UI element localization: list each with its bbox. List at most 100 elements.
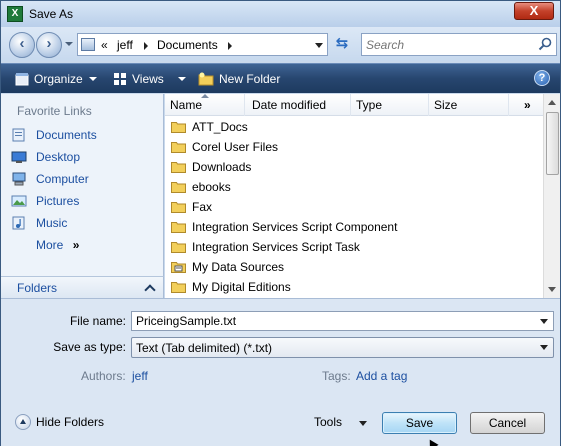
folder-icon (171, 202, 186, 213)
refresh-icon[interactable]: ⇆ (331, 34, 353, 55)
address-bar[interactable]: « jeff Documents (77, 33, 328, 56)
list-item[interactable]: My Data Sources (171, 257, 284, 277)
documents-icon (12, 128, 25, 142)
folder-icon (171, 222, 186, 233)
sidebar-item-pictures[interactable]: Pictures (11, 192, 79, 210)
list-item[interactable]: Integration Services Script Task (171, 237, 360, 257)
column-header-name[interactable]: Name (165, 94, 245, 116)
save-button[interactable]: Save (382, 412, 457, 434)
save-options-panel: File name: Save as type: Text (Tab delim… (1, 298, 560, 446)
sidebar-item-music[interactable]: Music (11, 214, 67, 232)
cancel-button[interactable]: Cancel (470, 412, 545, 434)
file-name: Integration Services Script Component (192, 220, 398, 234)
sidebar-item-label: Desktop (36, 150, 81, 164)
double-chevron-icon: » (72, 238, 80, 252)
save-as-type-select[interactable]: Text (Tab delimited) (*.txt) (131, 337, 554, 358)
search-input[interactable] (366, 37, 526, 53)
scroll-up-icon[interactable] (548, 100, 556, 105)
folder-icon (171, 162, 186, 173)
organize-icon (15, 73, 29, 86)
sidebar-item-more[interactable]: More » (36, 236, 79, 254)
sidebar-item-desktop[interactable]: Desktop (11, 148, 80, 166)
navigation-pane: Favorite Links Documents Desktop Compute… (1, 94, 164, 298)
folder-icon (171, 242, 186, 253)
chevron-down-icon[interactable] (540, 319, 548, 324)
chevron-down-icon[interactable] (359, 421, 367, 426)
recent-pages-dropdown-icon[interactable] (65, 42, 73, 46)
excel-app-icon: X (7, 6, 23, 22)
hide-folders-button[interactable]: Hide Folders (15, 414, 104, 430)
breadcrumb-overflow[interactable]: « (101, 38, 108, 52)
scroll-down-icon[interactable] (548, 287, 556, 292)
breadcrumb-arrow-icon[interactable] (228, 42, 232, 50)
mouse-cursor-icon (425, 437, 439, 446)
organize-button[interactable]: Organize (15, 71, 97, 87)
scrollbar-thumb[interactable] (546, 112, 559, 175)
list-item[interactable]: Downloads (171, 157, 251, 177)
file-name-label: File name: (69, 314, 126, 328)
column-header-size[interactable]: Size (429, 94, 509, 116)
close-button[interactable]: X (514, 2, 554, 20)
tools-button[interactable]: Tools (314, 415, 342, 429)
column-header-date-modified[interactable]: Date modified (247, 94, 351, 116)
title-bar[interactable]: X Save As X (1, 1, 560, 27)
list-item[interactable]: ebooks (171, 177, 231, 197)
list-item[interactable]: Corel User Files (171, 137, 278, 157)
chevron-down-icon (540, 345, 548, 350)
data-sources-folder-icon (171, 262, 186, 273)
sidebar-item-label: Music (36, 216, 68, 230)
file-list: Name Date modified Type Size » ATT_Docs … (165, 94, 560, 298)
sidebar-item-documents[interactable]: Documents (11, 126, 97, 144)
column-header-type[interactable]: Type (351, 94, 429, 116)
sidebar-item-computer[interactable]: Computer (11, 170, 89, 188)
list-item[interactable]: ATT_Docs (171, 117, 248, 137)
breadcrumb-jeff[interactable]: jeff (117, 38, 133, 52)
file-name-field[interactable] (131, 311, 554, 331)
address-dropdown-icon[interactable] (315, 43, 323, 48)
file-name: ebooks (192, 180, 231, 194)
hide-folders-label: Hide Folders (36, 415, 105, 429)
sidebar-item-label: Documents (36, 128, 97, 142)
authors-value[interactable]: jeff (132, 369, 148, 383)
sidebar-item-label: Pictures (36, 194, 80, 208)
tags-label: Tags: (322, 369, 351, 383)
more-columns-button[interactable]: » (509, 94, 543, 116)
authors-label: Authors: (81, 369, 126, 383)
list-item[interactable]: My Digital Editions (171, 277, 291, 297)
save-as-type-value: Text (Tab delimited) (*.txt) (136, 341, 273, 355)
help-icon[interactable]: ? (534, 70, 550, 86)
views-button[interactable]: Views (113, 71, 186, 87)
file-name: Fax (192, 200, 213, 214)
sort-ascending-icon (201, 94, 209, 98)
save-as-type-label: Save as type: (53, 340, 126, 354)
add-tag-link[interactable]: Add a tag (356, 369, 407, 383)
chevron-up-icon (15, 414, 31, 430)
list-item[interactable]: Integration Services Script Component (171, 217, 397, 237)
file-name: My Digital Editions (192, 280, 291, 294)
desktop-icon (11, 151, 27, 163)
breadcrumb-arrow-icon[interactable] (144, 42, 148, 50)
breadcrumb-documents[interactable]: Documents (157, 38, 218, 52)
views-icon (114, 73, 126, 85)
file-name-input[interactable] (136, 314, 526, 328)
sidebar-item-label: Computer (36, 172, 89, 186)
back-button[interactable]: ‹ (9, 32, 35, 58)
new-folder-button[interactable]: New Folder (198, 71, 280, 87)
command-toolbar: Organize Views New Folder ? (1, 63, 560, 93)
computer-icon (12, 172, 26, 186)
forward-button[interactable]: › (36, 32, 62, 58)
vertical-scrollbar[interactable] (543, 94, 560, 298)
column-header-label: Size (434, 98, 458, 112)
folder-icon (171, 122, 186, 133)
chevron-down-icon (177, 77, 186, 81)
column-header-label: Name (170, 98, 203, 112)
search-box[interactable] (361, 33, 557, 56)
new-folder-icon (198, 72, 214, 86)
folders-toggle-bar[interactable]: Folders (1, 276, 164, 298)
chevron-up-icon (144, 284, 156, 296)
window-title: Save As (29, 7, 74, 21)
file-name: Corel User Files (192, 140, 279, 154)
folder-icon (171, 282, 186, 293)
list-item[interactable]: Fax (171, 197, 212, 217)
search-icon[interactable] (538, 37, 552, 51)
